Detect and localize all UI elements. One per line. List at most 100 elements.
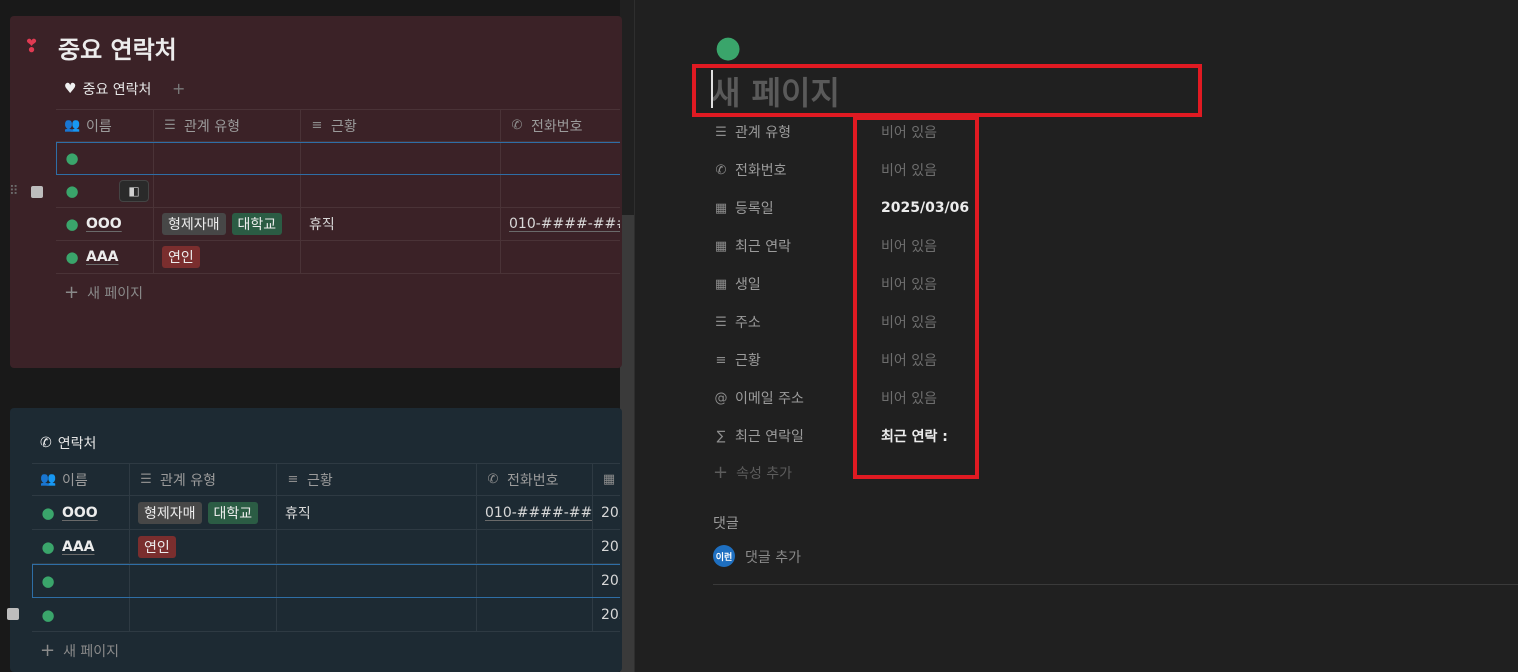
name-cell[interactable]: ● OOO (56, 208, 154, 240)
date-cell[interactable]: 202 (593, 564, 620, 597)
table-row[interactable]: ● 202 (32, 564, 620, 598)
column-header[interactable]: ✆ 전화번호 (477, 464, 593, 495)
property-row[interactable]: @ 이메일 주소 비어 있음 (713, 386, 1133, 410)
name-cell[interactable]: ● AAA (32, 530, 130, 563)
property-row[interactable]: ✆ 전화번호 비어 있음 (713, 158, 1133, 182)
property-label[interactable]: ▦ 생일 (713, 274, 881, 294)
property-label[interactable]: ≡ 근황 (713, 350, 881, 370)
table-row[interactable]: ● OOO 형제자매대학교휴직010-####-#### (56, 208, 620, 241)
db1-new-page-button[interactable]: + 새 페이지 (64, 282, 143, 303)
property-row[interactable]: ≡ 근황 비어 있음 (713, 348, 1133, 372)
property-value[interactable]: 비어 있음 (881, 122, 937, 142)
column-header[interactable]: ☰ 관계 유형 (154, 110, 301, 141)
relation-cell[interactable]: 형제자매 대학교 (130, 496, 277, 529)
relation-cell[interactable] (154, 142, 301, 174)
date-cell[interactable]: 202 (593, 598, 620, 631)
add-property-button[interactable]: + 속성 추가 (713, 462, 792, 483)
row-checkbox[interactable] (31, 186, 43, 198)
date-cell[interactable]: 202 (593, 496, 620, 529)
property-value[interactable]: 비어 있음 (881, 350, 937, 370)
relation-cell[interactable]: 연인 (154, 241, 301, 273)
column-header[interactable]: ▦ (593, 464, 620, 495)
db2-new-page-button[interactable]: + 새 페이지 (40, 640, 119, 661)
relation-cell[interactable]: 연인 (130, 530, 277, 563)
table-row[interactable]: ●OOO형제자매대학교휴직010-####-####202 (32, 496, 620, 530)
add-comment-input[interactable]: 댓글 추가 (745, 547, 801, 567)
property-row[interactable]: ☰ 관계 유형 비어 있음 (713, 120, 1133, 144)
contact-name[interactable]: OOO (86, 216, 122, 232)
property-label[interactable]: ▦ 등록일 (713, 198, 881, 218)
property-value[interactable]: 최근 연락 : (881, 426, 948, 446)
name-cell[interactable]: ● OOO (32, 496, 130, 529)
open-as-page-button[interactable]: ◧ (119, 180, 149, 202)
property-row[interactable]: ▦ 생일 비어 있음 (713, 272, 1133, 296)
person-icon: ● (65, 215, 79, 233)
property-value[interactable]: 비어 있음 (881, 388, 937, 408)
person-icon: ● (41, 605, 55, 624)
table-row[interactable]: ● 202 (32, 598, 620, 632)
column-header[interactable]: ≡ 근황 (301, 110, 501, 141)
name-cell[interactable]: ● (32, 564, 130, 597)
status-cell[interactable] (301, 241, 501, 273)
status-cell[interactable]: 휴직 (277, 496, 477, 529)
table-row[interactable]: ● AAA 연인 (56, 241, 620, 274)
relation-cell[interactable] (154, 175, 301, 207)
name-cell[interactable]: ● (56, 142, 154, 174)
relation-cell[interactable] (130, 564, 277, 597)
phone-cell[interactable]: 010-####-#### (477, 496, 593, 529)
phone-cell[interactable] (477, 598, 593, 631)
status-cell[interactable] (301, 175, 501, 207)
column-header[interactable]: 👥 이름 (56, 110, 154, 141)
status-cell[interactable] (301, 142, 501, 174)
property-row[interactable]: ▦ 등록일 2025/03/06 (713, 196, 1133, 220)
property-label[interactable]: ☰ 관계 유형 (713, 122, 881, 142)
status-cell[interactable] (277, 564, 477, 597)
column-header[interactable]: ☰ 관계 유형 (130, 464, 277, 495)
table-row[interactable]: ● (56, 142, 620, 175)
phone-cell[interactable] (501, 142, 620, 174)
scrollbar[interactable] (620, 215, 634, 672)
property-label[interactable]: ☰ 주소 (713, 312, 881, 332)
contact-name[interactable]: AAA (62, 539, 95, 555)
column-header[interactable]: ≡ 근황 (277, 464, 477, 495)
row-checkbox[interactable] (7, 608, 19, 620)
property-row[interactable]: ∑ 최근 연락일 최근 연락 : (713, 424, 1133, 448)
table-row[interactable]: ● AAA 연인 202 (32, 530, 620, 564)
property-row[interactable]: ☰ 주소 비어 있음 (713, 310, 1133, 334)
date-cell[interactable]: 202 (593, 530, 620, 563)
column-header[interactable]: 👥 이름 (32, 464, 130, 495)
column-header[interactable]: ✆ 전화번호 (501, 110, 620, 141)
name-cell[interactable]: ● AAA (56, 241, 154, 273)
property-value[interactable]: 비어 있음 (881, 160, 937, 180)
property-label[interactable]: ∑ 최근 연락일 (713, 426, 881, 446)
db2-view-tab[interactable]: ✆ 연락처 (40, 433, 96, 453)
phone-cell[interactable]: 010-####-#### (501, 208, 620, 240)
status-cell[interactable] (277, 598, 477, 631)
property-value[interactable]: 비어 있음 (881, 274, 937, 294)
property-value[interactable]: 비어 있음 (881, 236, 937, 256)
relation-cell[interactable] (130, 598, 277, 631)
drag-handle-icon[interactable]: ⠿ (9, 184, 19, 199)
property-label[interactable]: @ 이메일 주소 (713, 388, 881, 408)
divider (713, 584, 1518, 585)
phone-cell[interactable] (477, 564, 593, 597)
phone-cell[interactable] (501, 175, 620, 207)
phone-cell[interactable] (477, 530, 593, 563)
property-row[interactable]: ▦ 최근 연락 비어 있음 (713, 234, 1133, 258)
property-label[interactable]: ▦ 최근 연락 (713, 236, 881, 256)
db1-view-tab[interactable]: ♥ 중요 연락처 (64, 79, 151, 99)
status-cell[interactable]: 휴직 (301, 208, 501, 240)
property-value[interactable]: 비어 있음 (881, 312, 937, 332)
add-view-button[interactable]: + (172, 79, 185, 98)
calendar-icon: ▦ (714, 276, 728, 292)
relation-cell[interactable]: 형제자매 대학교 (154, 208, 301, 240)
phone-cell[interactable] (501, 241, 620, 273)
contact-name[interactable]: AAA (86, 249, 119, 265)
contact-name[interactable]: OOO (62, 505, 98, 521)
person-icon[interactable]: ● (715, 30, 741, 65)
person-icon: ● (65, 149, 79, 167)
property-value[interactable]: 2025/03/06 (881, 200, 969, 216)
name-cell[interactable]: ● (32, 598, 130, 631)
status-cell[interactable] (277, 530, 477, 563)
property-label[interactable]: ✆ 전화번호 (713, 160, 881, 180)
